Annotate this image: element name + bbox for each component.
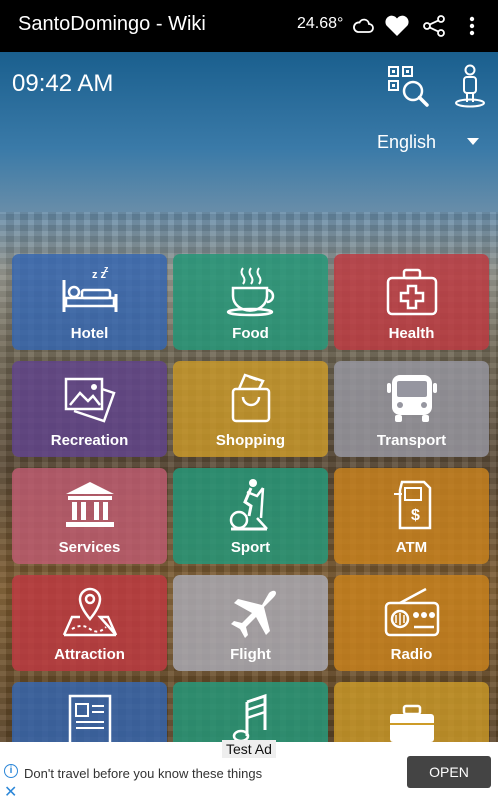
atm-machine-icon: $ (382, 478, 442, 532)
ad-close-icon[interactable]: ✕ (4, 782, 17, 800)
tile-label: Radio (390, 646, 433, 663)
dropdown-arrow-icon (467, 138, 479, 145)
svg-text:$: $ (411, 507, 420, 524)
more-vert-icon[interactable] (458, 12, 486, 40)
tile-sport[interactable]: Sport (173, 468, 328, 564)
music-note-icon (221, 692, 281, 746)
tile-services[interactable]: Services (12, 468, 167, 564)
heart-icon[interactable] (383, 12, 411, 40)
ad-open-button[interactable]: OPEN (407, 756, 491, 788)
tile-food[interactable]: Food (173, 254, 328, 350)
bank-building-icon (60, 478, 120, 532)
app-title: SantoDomingo - Wiki (18, 13, 206, 35)
cloud-icon[interactable] (349, 12, 377, 40)
bus-icon (382, 371, 442, 425)
elliptical-trainer-icon (221, 478, 281, 532)
tile-label: Food (232, 325, 269, 342)
clock-time: 09:42 AM (12, 70, 114, 97)
ad-banner[interactable]: Test Ad i ✕ Don't travel before you know… (0, 740, 498, 800)
tile-transport[interactable]: Transport (334, 361, 489, 457)
tile-label: ATM (395, 539, 428, 556)
pictures-icon (60, 371, 120, 425)
language-dropdown[interactable]: English (377, 132, 483, 154)
tile-label: Hotel (70, 325, 109, 342)
tile-hotel[interactable]: z z z Hotel (12, 254, 167, 350)
tile-label: Services (58, 539, 121, 556)
tile-radio[interactable]: Radio (334, 575, 489, 671)
tile-flight[interactable]: Flight (173, 575, 328, 671)
person-location-icon[interactable] (450, 64, 490, 108)
svg-text:z: z (104, 264, 109, 274)
tile-label: Transport (376, 432, 447, 449)
tile-atm[interactable]: $ ATM (334, 468, 489, 564)
tile-label: Attraction (54, 646, 125, 663)
airplane-icon (221, 585, 281, 639)
temperature-value: 24.68° (297, 15, 344, 32)
first-aid-kit-icon (382, 264, 442, 318)
tile-label: Shopping (215, 432, 286, 449)
tile-attraction[interactable]: Attraction (12, 575, 167, 671)
tile-recreation[interactable]: Recreation (12, 361, 167, 457)
tile-label: Health (388, 325, 435, 342)
briefcase-icon (382, 692, 442, 746)
tile-label: Sport (230, 539, 271, 556)
tile-shopping[interactable]: Shopping (173, 361, 328, 457)
qr-scan-icon[interactable] (386, 64, 430, 108)
newspaper-icon (60, 692, 120, 746)
share-icon[interactable] (420, 12, 448, 40)
radio-icon (382, 585, 442, 639)
tile-label: Flight (230, 646, 271, 663)
hotel-bed-icon: z z z (60, 264, 120, 318)
map-pin-icon (60, 585, 120, 639)
tile-health[interactable]: Health (334, 254, 489, 350)
coffee-cup-icon (221, 264, 281, 318)
ad-info-icon[interactable]: i (4, 764, 18, 778)
tile-label: Recreation (50, 432, 129, 449)
language-selected: English (377, 132, 437, 152)
app-bar: SantoDomingo - Wiki 24.68° (0, 0, 498, 52)
ad-text: Don't travel before you know these thing… (24, 766, 263, 781)
test-ad-badge: Test Ad (222, 740, 276, 758)
shopping-bag-icon (221, 371, 281, 425)
